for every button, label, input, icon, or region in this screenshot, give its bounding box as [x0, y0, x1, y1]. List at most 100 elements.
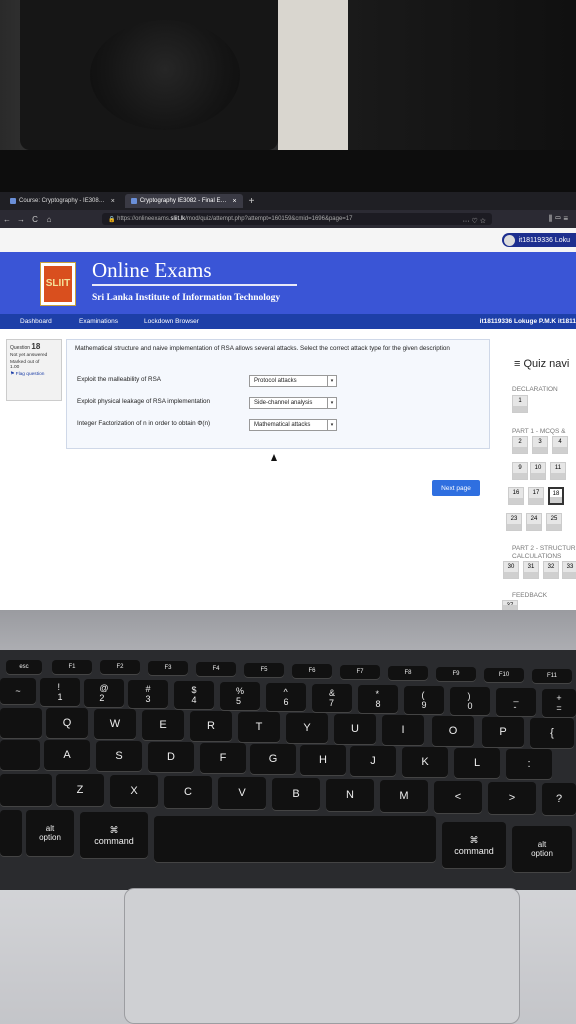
- key-space[interactable]: [154, 816, 436, 862]
- key-f10[interactable]: F10: [484, 668, 524, 682]
- key-1[interactable]: ! 1: [40, 678, 80, 706]
- menu-user-name[interactable]: it18119336 Lokuge P.M.K it1811: [480, 318, 576, 325]
- key-0[interactable]: ) 0: [450, 687, 490, 715]
- quiz-nav-cell[interactable]: 1: [512, 395, 528, 413]
- quiz-nav-cell-current[interactable]: 18: [548, 487, 564, 505]
- tab-final-exam[interactable]: Cryptography IE3082 - Final E… ×: [124, 194, 243, 208]
- new-tab-button[interactable]: +: [249, 196, 255, 207]
- forward-icon[interactable]: →: [14, 215, 28, 224]
- key-y[interactable]: Y: [286, 713, 328, 743]
- page-actions-icon[interactable]: ··· ♡ ☆: [463, 217, 486, 225]
- menu-lockdown-browser[interactable]: Lockdown Browser: [144, 318, 199, 325]
- quiz-nav-cell[interactable]: 33: [562, 561, 576, 579]
- key-esc[interactable]: esc: [6, 660, 42, 674]
- key-period[interactable]: >: [488, 782, 536, 814]
- key-r[interactable]: R: [190, 711, 232, 741]
- key-f4[interactable]: F4: [196, 662, 236, 676]
- key-f6[interactable]: F6: [292, 664, 332, 678]
- key-f1[interactable]: F1: [52, 660, 92, 674]
- menu-examinations[interactable]: Examinations: [79, 318, 118, 325]
- key-f3[interactable]: F3: [148, 661, 188, 675]
- flag-question-link[interactable]: ⚑ Flag question: [10, 372, 58, 377]
- key-u[interactable]: U: [334, 714, 376, 744]
- quiz-nav-cell[interactable]: 30: [503, 561, 519, 579]
- home-icon[interactable]: ⌂: [42, 215, 56, 224]
- close-icon[interactable]: ×: [233, 198, 237, 205]
- key-8[interactable]: * 8: [358, 685, 398, 713]
- key-z[interactable]: Z: [56, 774, 104, 806]
- quiz-nav-cell[interactable]: 32: [543, 561, 559, 579]
- key-d[interactable]: D: [148, 742, 194, 772]
- key-h[interactable]: H: [300, 745, 346, 775]
- key-f11[interactable]: F11: [532, 669, 572, 683]
- key-f7[interactable]: F7: [340, 665, 380, 679]
- key-equals[interactable]: + =: [542, 689, 576, 717]
- quiz-nav-cell[interactable]: 9: [512, 462, 528, 480]
- key-w[interactable]: W: [94, 709, 136, 739]
- toolbar-icons[interactable]: ⫼ ▭ ≡: [549, 214, 568, 224]
- quiz-nav-cell[interactable]: 10: [530, 462, 546, 480]
- quiz-nav-cell[interactable]: 24: [526, 513, 542, 531]
- key-b[interactable]: B: [272, 778, 320, 810]
- key-fn[interactable]: [0, 810, 22, 856]
- key-g[interactable]: G: [250, 744, 296, 774]
- key-o[interactable]: O: [432, 716, 474, 746]
- address-bar[interactable]: 🔒 https://onlineexams. sliit.lk /mod/qui…: [102, 213, 492, 225]
- quiz-nav-cell[interactable]: 17: [528, 487, 544, 505]
- key-2[interactable]: @ 2: [84, 679, 124, 707]
- quiz-nav-cell[interactable]: 3: [532, 436, 548, 454]
- key-m[interactable]: M: [380, 780, 428, 812]
- reload-icon[interactable]: C: [28, 215, 42, 224]
- key-9[interactable]: ( 9: [404, 686, 444, 714]
- key-option-right[interactable]: alt option: [512, 826, 572, 872]
- menu-dashboard[interactable]: Dashboard: [20, 318, 52, 325]
- key-j[interactable]: J: [350, 746, 396, 776]
- key-f5[interactable]: F5: [244, 663, 284, 677]
- key-l[interactable]: L: [454, 748, 500, 778]
- quiz-nav-cell[interactable]: 31: [523, 561, 539, 579]
- key-semicolon[interactable]: :: [506, 749, 552, 779]
- key-bracket[interactable]: {: [530, 718, 574, 748]
- back-icon[interactable]: ←: [0, 215, 14, 224]
- key-n[interactable]: N: [326, 779, 374, 811]
- user-menu[interactable]: it18119336 Loku: [501, 233, 576, 247]
- key-k[interactable]: K: [402, 747, 448, 777]
- key-tab[interactable]: [0, 708, 42, 738]
- next-page-button[interactable]: Next page: [432, 480, 480, 496]
- key-i[interactable]: I: [382, 715, 424, 745]
- key-command-right[interactable]: ⌘ command: [442, 822, 506, 868]
- key-4[interactable]: $ 4: [174, 681, 214, 709]
- key-option-left[interactable]: alt option: [26, 810, 74, 856]
- key-7[interactable]: & 7: [312, 684, 352, 712]
- key-t[interactable]: T: [238, 712, 280, 742]
- key-5[interactable]: % 5: [220, 682, 260, 710]
- key-3[interactable]: # 3: [128, 680, 168, 708]
- key-comma[interactable]: <: [434, 781, 482, 813]
- quiz-nav-cell[interactable]: 11: [550, 462, 566, 480]
- key-caps[interactable]: [0, 740, 40, 770]
- key-command-left[interactable]: ⌘ command: [80, 812, 148, 858]
- quiz-nav-cell[interactable]: 4: [552, 436, 568, 454]
- trackpad[interactable]: [124, 888, 520, 1024]
- key-e[interactable]: E: [142, 710, 184, 740]
- key-slash[interactable]: ?: [542, 783, 576, 815]
- key-f[interactable]: F: [200, 743, 246, 773]
- key-v[interactable]: V: [218, 777, 266, 809]
- key-q[interactable]: Q: [46, 708, 88, 738]
- key-tilde[interactable]: ~: [0, 678, 36, 704]
- match-select[interactable]: Mathematical attacks ▾: [249, 419, 337, 431]
- match-select[interactable]: Protocol attacks ▾: [249, 375, 337, 387]
- key-c[interactable]: C: [164, 776, 212, 808]
- key-a[interactable]: A: [44, 740, 90, 770]
- key-shift-left[interactable]: [0, 774, 52, 806]
- key-f2[interactable]: F2: [100, 660, 140, 674]
- quiz-nav-cell[interactable]: 16: [508, 487, 524, 505]
- key-p[interactable]: P: [482, 717, 524, 747]
- key-f9[interactable]: F9: [436, 667, 476, 681]
- key-s[interactable]: S: [96, 741, 142, 771]
- tab-course[interactable]: Course: Cryptography - IE308… ×: [4, 194, 121, 208]
- quiz-nav-cell[interactable]: 23: [506, 513, 522, 531]
- key-6[interactable]: ^ 6: [266, 683, 306, 711]
- key-minus[interactable]: _ -: [496, 688, 536, 716]
- match-select[interactable]: Side-channel analysis ▾: [249, 397, 337, 409]
